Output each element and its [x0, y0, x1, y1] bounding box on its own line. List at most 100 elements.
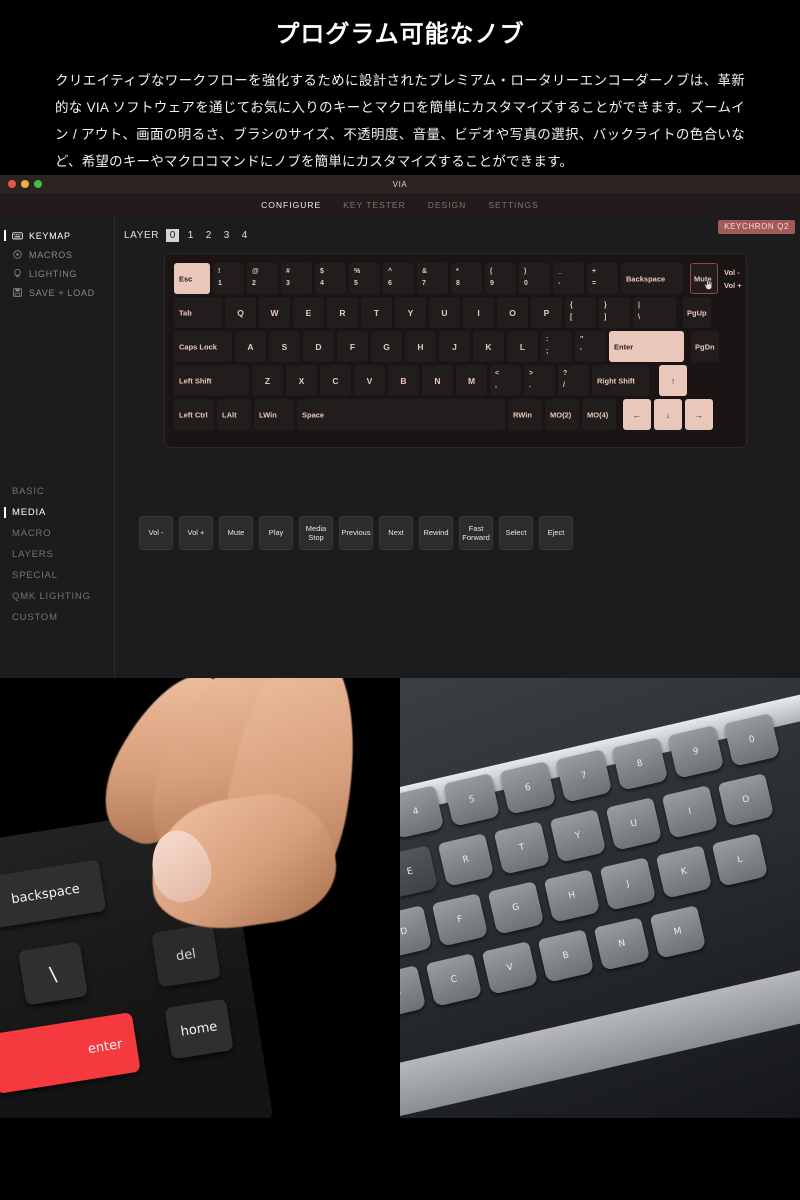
- key-c[interactable]: C: [320, 365, 351, 396]
- key-slash[interactable]: ? /: [558, 365, 589, 396]
- key-period[interactable]: >.: [524, 365, 555, 396]
- key-backspace[interactable]: Backspace: [621, 263, 683, 294]
- keycode-eject[interactable]: Eject: [539, 516, 573, 550]
- key-l[interactable]: L: [507, 331, 538, 362]
- key-s[interactable]: S: [269, 331, 300, 362]
- key-left-shift[interactable]: Left Shift: [174, 365, 249, 396]
- key-7[interactable]: & 7: [417, 263, 448, 294]
- key-knob-press[interactable]: Mute: [690, 263, 718, 294]
- sidebar-item-layers[interactable]: LAYERS: [0, 544, 114, 565]
- key-arrow-left[interactable]: ←: [623, 399, 651, 430]
- key-o[interactable]: O: [497, 297, 528, 328]
- key-w[interactable]: W: [259, 297, 290, 328]
- sidebar-item-basic[interactable]: BASIC: [0, 481, 114, 502]
- keyboard-canvas[interactable]: Esc ! 1 @2 #3 $4 % 5 ^ 6 & 7 * 8 (9 ) 0 _ - + = …: [164, 253, 747, 448]
- key-h[interactable]: H: [405, 331, 436, 362]
- key-arrow-right[interactable]: →: [685, 399, 713, 430]
- tab-configure[interactable]: CONFIGURE: [261, 200, 321, 210]
- key-caps-lock[interactable]: Caps Lock: [174, 331, 232, 362]
- key-g[interactable]: G: [371, 331, 402, 362]
- sidebar-item-lighting[interactable]: LIGHTING: [0, 264, 114, 283]
- keycode-fast-forward[interactable]: Fast Forward: [459, 516, 493, 550]
- key-t[interactable]: T: [361, 297, 392, 328]
- keycode-play[interactable]: Play: [259, 516, 293, 550]
- key-a[interactable]: A: [235, 331, 266, 362]
- key-3[interactable]: #3: [281, 263, 312, 294]
- key-y[interactable]: Y: [395, 297, 426, 328]
- layer-button-0[interactable]: 0: [166, 228, 180, 242]
- knob-ccw-label[interactable]: Vol -: [724, 268, 742, 277]
- layer-button-1[interactable]: 1: [184, 229, 197, 242]
- keycode-media-stop[interactable]: Media Stop: [299, 516, 333, 550]
- key-space[interactable]: Space: [297, 399, 505, 430]
- key-enter[interactable]: Enter: [609, 331, 684, 362]
- key-pgdn[interactable]: PgDn: [691, 331, 719, 362]
- key-bracket-left[interactable]: {[: [565, 297, 596, 328]
- layer-button-2[interactable]: 2: [202, 229, 215, 242]
- key-comma[interactable]: <,: [490, 365, 521, 396]
- keycode-mute[interactable]: Mute: [219, 516, 253, 550]
- keycode-previous[interactable]: Previous: [339, 516, 373, 550]
- key-p[interactable]: P: [531, 297, 562, 328]
- key-d[interactable]: D: [303, 331, 334, 362]
- sidebar-item-keymap[interactable]: KEYMAP: [0, 226, 114, 245]
- key-2[interactable]: @2: [247, 263, 278, 294]
- key-mo4[interactable]: MO(4): [582, 399, 616, 430]
- key-arrow-down[interactable]: ↓: [654, 399, 682, 430]
- key-n[interactable]: N: [422, 365, 453, 396]
- key-1[interactable]: ! 1: [213, 263, 244, 294]
- key-bracket-right[interactable]: }]: [599, 297, 630, 328]
- key-v[interactable]: V: [354, 365, 385, 396]
- key-4[interactable]: $4: [315, 263, 346, 294]
- key-right-shift[interactable]: Right Shift: [592, 365, 649, 396]
- key-r[interactable]: R: [327, 297, 358, 328]
- key-0[interactable]: ) 0: [519, 263, 550, 294]
- sidebar-item-media[interactable]: MEDIA: [0, 502, 114, 523]
- sidebar-item-qmk-lighting[interactable]: QMK LIGHTING: [0, 586, 114, 607]
- key-equal[interactable]: + =: [587, 263, 618, 294]
- key-j[interactable]: J: [439, 331, 470, 362]
- key-x[interactable]: X: [286, 365, 317, 396]
- keycode-vol-down[interactable]: Vol -: [139, 516, 173, 550]
- sidebar-item-save-load[interactable]: SAVE + LOAD: [0, 283, 114, 302]
- key-f[interactable]: F: [337, 331, 368, 362]
- key-i[interactable]: I: [463, 297, 494, 328]
- sidebar-item-custom[interactable]: CUSTOM: [0, 607, 114, 628]
- layer-button-4[interactable]: 4: [238, 229, 251, 242]
- knob-cw-label[interactable]: Vol +: [724, 281, 742, 290]
- keycode-select[interactable]: Select: [499, 516, 533, 550]
- key-6[interactable]: ^ 6: [383, 263, 414, 294]
- key-backslash[interactable]: | \: [633, 297, 676, 328]
- key-lalt[interactable]: LAlt: [217, 399, 251, 430]
- key-9[interactable]: (9: [485, 263, 516, 294]
- key-lwin[interactable]: LWin: [254, 399, 294, 430]
- key-q[interactable]: Q: [225, 297, 256, 328]
- key-b[interactable]: B: [388, 365, 419, 396]
- sidebar-item-macro[interactable]: MACRO: [0, 523, 114, 544]
- key-quote[interactable]: " ': [575, 331, 606, 362]
- layer-button-3[interactable]: 3: [220, 229, 233, 242]
- keycode-vol-up[interactable]: Vol +: [179, 516, 213, 550]
- key-m[interactable]: M: [456, 365, 487, 396]
- key-8[interactable]: * 8: [451, 263, 482, 294]
- key-pgup[interactable]: PgUp: [683, 297, 711, 328]
- key-arrow-up[interactable]: ↑: [659, 365, 687, 396]
- key-u[interactable]: U: [429, 297, 460, 328]
- keycode-next[interactable]: Next: [379, 516, 413, 550]
- key-k[interactable]: K: [473, 331, 504, 362]
- key-5[interactable]: % 5: [349, 263, 380, 294]
- key-esc[interactable]: Esc: [174, 263, 210, 294]
- key-tab[interactable]: Tab: [174, 297, 222, 328]
- tab-key-tester[interactable]: KEY TESTER: [343, 200, 406, 210]
- key-minus[interactable]: _ -: [553, 263, 584, 294]
- tab-design[interactable]: DESIGN: [428, 200, 467, 210]
- sidebar-item-macros[interactable]: MACROS: [0, 245, 114, 264]
- keycode-rewind[interactable]: Rewind: [419, 516, 453, 550]
- key-semicolon[interactable]: :;: [541, 331, 572, 362]
- key-z[interactable]: Z: [252, 365, 283, 396]
- tab-settings[interactable]: SETTINGS: [488, 200, 539, 210]
- key-rwin[interactable]: RWin: [508, 399, 542, 430]
- sidebar-item-special[interactable]: SPECIAL: [0, 565, 114, 586]
- key-e[interactable]: E: [293, 297, 324, 328]
- key-left-ctrl[interactable]: Left Ctrl: [174, 399, 214, 430]
